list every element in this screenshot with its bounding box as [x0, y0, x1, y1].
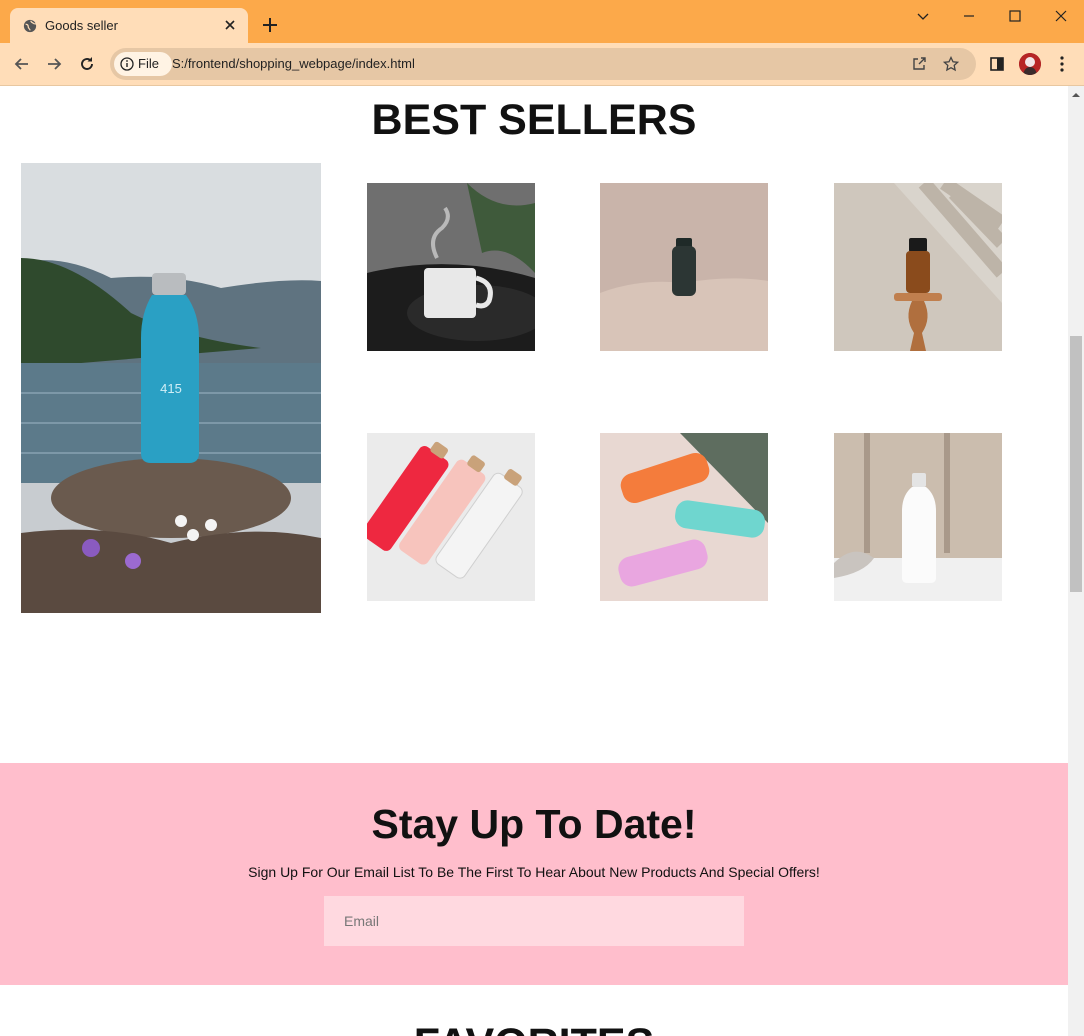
product-image-coffee-mug[interactable] [367, 183, 535, 351]
forward-icon[interactable] [44, 54, 64, 74]
product-image-blue-bottle[interactable]: 415 [21, 163, 321, 613]
file-chip-label: File [138, 56, 159, 71]
chevron-down-icon[interactable] [913, 6, 933, 26]
globe-icon [23, 19, 37, 33]
back-icon[interactable] [12, 54, 32, 74]
profile-avatar[interactable] [1019, 53, 1041, 75]
email-input[interactable] [324, 896, 744, 946]
scrollbar-thumb[interactable] [1070, 336, 1082, 592]
newsletter-subtext: Sign Up For Our Email List To Be The Fir… [248, 864, 820, 880]
share-icon[interactable] [911, 56, 927, 72]
page-content: BEST SELLERS 415 Stay Up To Date! Sign U… [0, 86, 1068, 1036]
newsletter-heading: Stay Up To Date! [371, 801, 697, 847]
address-bar[interactable]: File S:/frontend/shopping_webpage/index.… [110, 48, 976, 80]
close-tab-icon[interactable] [222, 17, 238, 33]
new-tab-icon[interactable] [260, 15, 280, 35]
minimize-icon[interactable] [959, 6, 979, 26]
product-image-white-bottle[interactable] [834, 433, 1002, 601]
maximize-icon[interactable] [1005, 6, 1025, 26]
product-image-glass-bottles[interactable] [367, 433, 535, 601]
side-panel-icon[interactable] [987, 54, 1007, 74]
star-icon[interactable] [943, 56, 959, 72]
site-info-chip[interactable]: File [114, 52, 172, 76]
info-icon [120, 57, 134, 71]
browser-toolbar: File S:/frontend/shopping_webpage/index.… [0, 43, 1084, 86]
menu-dots-icon[interactable] [1052, 54, 1072, 74]
close-window-icon[interactable] [1051, 6, 1071, 26]
newsletter-section: Stay Up To Date! Sign Up For Our Email L… [0, 763, 1068, 985]
browser-tab[interactable]: Goods seller [10, 8, 248, 43]
best-sellers-heading: BEST SELLERS [371, 96, 697, 144]
scroll-up-icon[interactable] [1070, 90, 1082, 100]
browser-titlebar: Goods seller [0, 0, 1084, 43]
product-image-amber-dropper[interactable] [834, 183, 1002, 351]
tab-title: Goods seller [45, 18, 118, 33]
svg-text:415: 415 [160, 381, 182, 396]
product-image-colorful-bottles[interactable] [600, 433, 768, 601]
url-text[interactable]: S:/frontend/shopping_webpage/index.html [172, 56, 415, 71]
favorites-heading: FAVORITES [0, 1020, 1068, 1036]
reload-icon[interactable] [77, 54, 97, 74]
product-image-black-bottle[interactable] [600, 183, 768, 351]
